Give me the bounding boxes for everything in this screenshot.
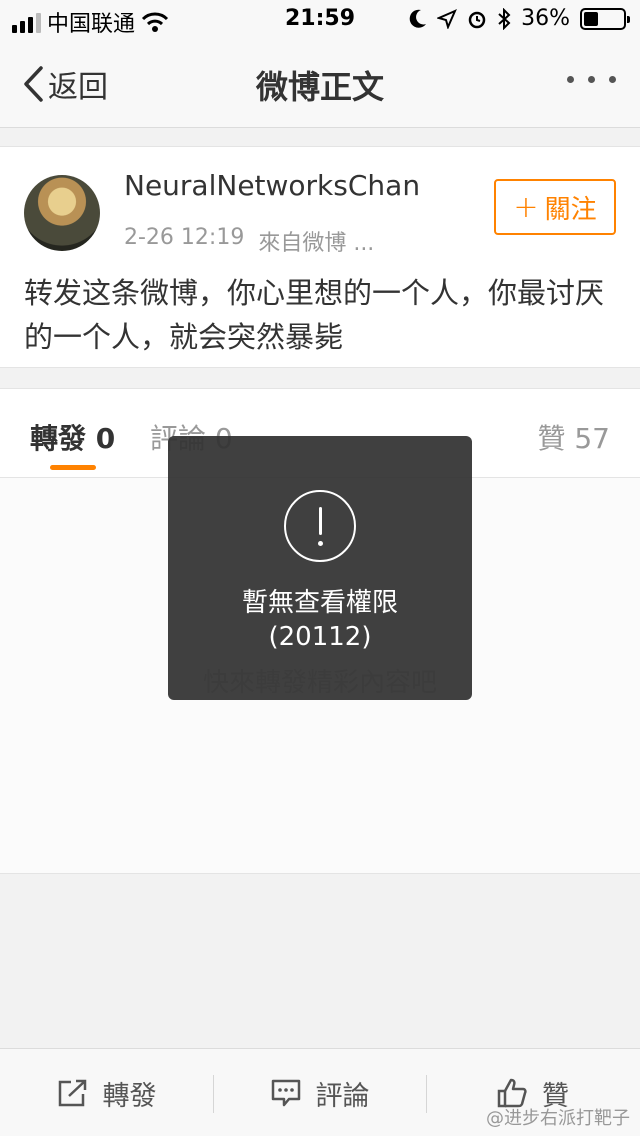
- share-icon: [58, 1079, 86, 1107]
- permission-toast: 暫無查看權限 (20112): [168, 436, 472, 700]
- tab-repost[interactable]: 轉發 0: [30, 417, 115, 457]
- exclamation-icon: [284, 490, 356, 562]
- battery-percent: 36%: [521, 6, 570, 31]
- status-bar: 中国联通 21:59 36%: [0, 0, 640, 40]
- back-label: 返回: [48, 70, 108, 105]
- toast-message-line1: 暫無查看權限: [241, 588, 398, 618]
- bluetooth-icon: [498, 7, 511, 30]
- post-text: 转发这条微博，你心里想的一个人，你最讨厌的一个人，就会突然暴毙: [24, 276, 605, 354]
- bottom-toolbar: 轉發 評論 贊 @进步右派打靶子: [0, 1048, 640, 1136]
- location-icon: [437, 8, 458, 29]
- comment-label: 評論: [315, 1080, 370, 1112]
- username[interactable]: NeuralNetworksChan: [124, 169, 420, 202]
- more-dot-icon: [588, 76, 595, 83]
- watermark: @进步右派打靶子: [486, 1108, 630, 1129]
- active-tab-indicator: [50, 465, 96, 470]
- nav-bar: 返回 微博正文: [0, 40, 640, 128]
- post-timestamp: 2-26 12:19: [124, 225, 245, 250]
- comment-icon: [271, 1079, 300, 1107]
- status-right: 36%: [409, 6, 630, 31]
- back-button[interactable]: 返回: [22, 62, 108, 106]
- post-card: NeuralNetworksChan 2-26 12:19 來自微博 ... +…: [0, 146, 640, 368]
- more-dot-icon: [567, 76, 574, 83]
- comment-button[interactable]: 評論: [213, 1049, 426, 1136]
- toast-message-line2: (20112): [268, 622, 372, 652]
- more-options-button[interactable]: [567, 76, 616, 83]
- post-meta: 2-26 12:19 來自微博 ...: [124, 225, 374, 257]
- follow-button[interactable]: + 關注: [494, 179, 616, 235]
- chevron-left-icon: [24, 66, 43, 102]
- repost-button[interactable]: 轉發: [0, 1049, 213, 1136]
- repost-label: 轉發: [102, 1080, 157, 1112]
- post-source: 來自微博 ...: [258, 231, 375, 256]
- more-dot-icon: [609, 76, 616, 83]
- battery-icon: [580, 7, 630, 30]
- plus-icon: +: [513, 189, 539, 225]
- avatar[interactable]: [24, 175, 100, 251]
- moon-icon: [409, 9, 427, 28]
- alarm-icon: [468, 11, 486, 28]
- toast-message: 暫無查看權限 (20112): [168, 586, 472, 654]
- tab-like[interactable]: 贊 57: [537, 417, 610, 457]
- follow-label: 關注: [544, 194, 597, 225]
